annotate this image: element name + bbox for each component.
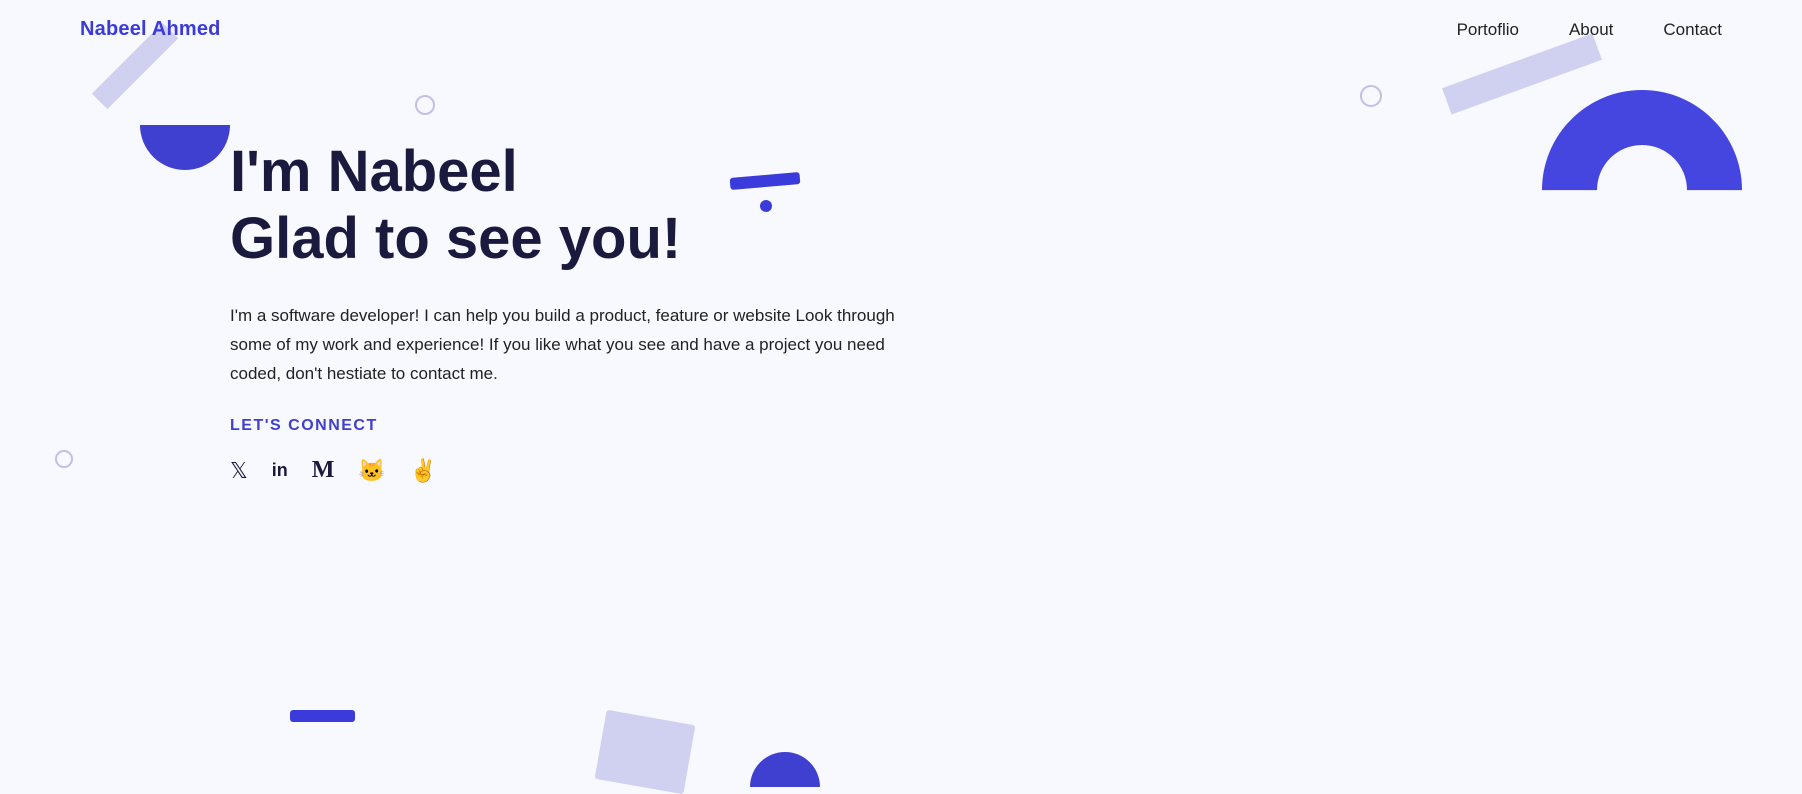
nav-item-portfolio[interactable]: Portoflio: [1457, 20, 1519, 40]
nav-link-about[interactable]: About: [1569, 20, 1613, 39]
medium-icon[interactable]: [312, 457, 335, 484]
brand-logo[interactable]: Nabeel Ahmed: [80, 18, 221, 41]
hero-title: I'm Nabeel Glad to see you!: [230, 139, 900, 272]
nav-links: Portoflio About Contact: [1457, 20, 1722, 40]
hero-title-line1: I'm Nabeel: [230, 139, 518, 204]
hero-description: I'm a software developer! I can help you…: [230, 302, 900, 389]
devto-icon[interactable]: [410, 458, 437, 484]
shape-circle-2: [1360, 85, 1382, 107]
nav-item-about[interactable]: About: [1569, 20, 1613, 40]
nav-link-contact[interactable]: Contact: [1663, 20, 1722, 39]
shape-dash-bottom-left: [290, 710, 355, 722]
social-icons-row: [230, 457, 900, 484]
github-icon[interactable]: [358, 458, 385, 484]
hero-section: I'm Nabeel Glad to see you! I'm a softwa…: [0, 59, 900, 484]
linkedin-icon[interactable]: [272, 460, 288, 481]
shape-bottom-center: [595, 710, 696, 794]
nav-item-contact[interactable]: Contact: [1663, 20, 1722, 40]
navbar: Nabeel Ahmed Portoflio About Contact: [0, 0, 1802, 59]
twitter-icon[interactable]: [230, 458, 248, 484]
lets-connect-label[interactable]: LET'S CONNECT: [230, 417, 900, 435]
hero-title-line2: Glad to see you!: [230, 206, 681, 271]
nav-link-portfolio[interactable]: Portoflio: [1457, 20, 1519, 39]
shape-bottom-semi: [750, 752, 820, 787]
